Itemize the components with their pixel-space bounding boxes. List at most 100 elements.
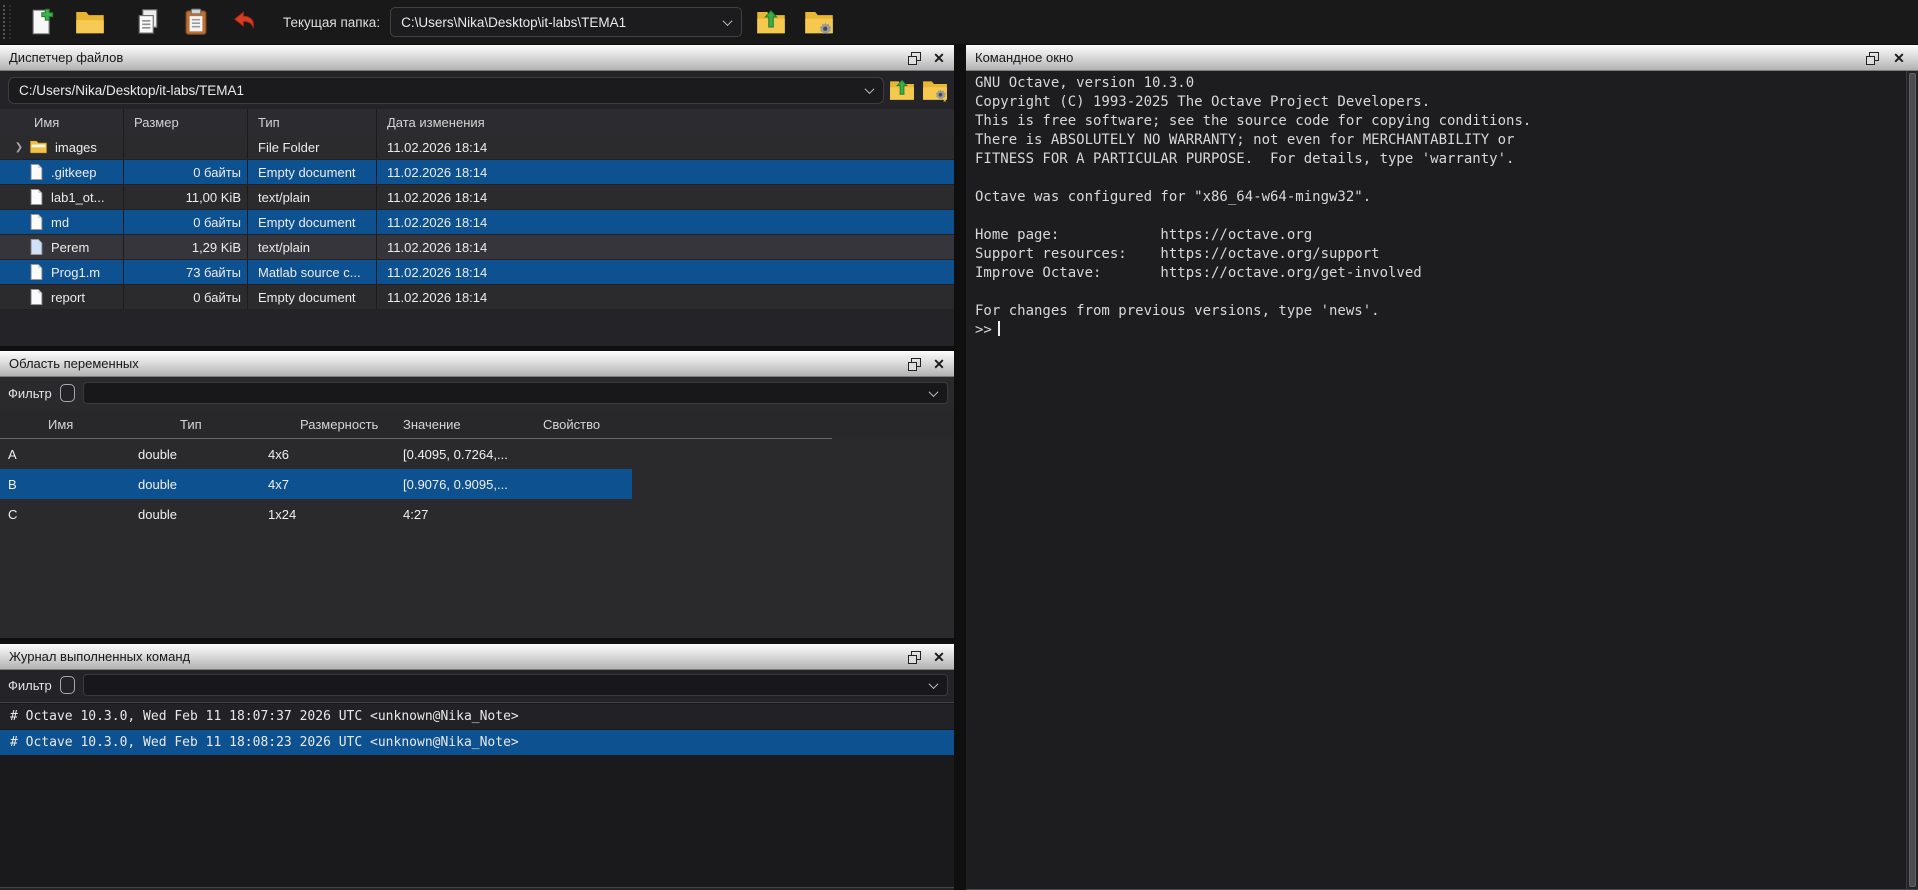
file-row[interactable]: lab1_ot...11,00 KiBtext/plain11.02.2026 … [0, 185, 954, 210]
chevron-down-icon [865, 84, 875, 94]
filter-checkbox[interactable] [60, 676, 75, 694]
undock-panel-button[interactable] [904, 49, 924, 67]
command-window-output[interactable]: GNU Octave, version 10.3.0 Copyright (C)… [966, 71, 1906, 889]
file-size: 11,00 KiB [124, 185, 248, 209]
workspace-column-header[interactable]: Значение [395, 417, 535, 432]
scrollbar-thumb[interactable] [1909, 73, 1916, 887]
undock-panel-button[interactable] [904, 648, 924, 666]
close-icon: ✕ [933, 356, 945, 373]
panel-title: Диспетчер файлов [9, 50, 123, 65]
file-size: 0 байты [124, 285, 248, 309]
vertical-scrollbar[interactable] [1906, 71, 1918, 889]
file-date: 11.02.2026 18:14 [377, 210, 954, 234]
undock-panel-button[interactable] [904, 355, 924, 373]
undock-panel-button[interactable] [1862, 49, 1882, 67]
file-name-cell: Prog1.m [0, 260, 124, 284]
file-table-header: ИмяРазмерТипДата изменения [0, 109, 954, 135]
files-column-header[interactable]: Тип [248, 109, 377, 135]
undo-button[interactable] [227, 5, 261, 39]
file-browser-titlebar: Диспетчер файлов ✕ [0, 45, 954, 71]
workspace-filter-row: Фильтр [0, 377, 954, 409]
paste-button[interactable] [179, 5, 213, 39]
new-script-button[interactable] [25, 5, 59, 39]
toolbar-drag-handle[interactable] [3, 5, 11, 39]
variable-row[interactable]: Adouble4x6[0.4095, 0.7264,... [0, 439, 632, 469]
workspace-titlebar: Область переменных ✕ [0, 351, 954, 377]
file-row[interactable]: report0 байтыEmpty document11.02.2026 18… [0, 285, 954, 310]
file-size: 73 байты [124, 260, 248, 284]
file-icon [30, 264, 43, 280]
file-name-cell: md [0, 210, 124, 234]
close-icon: ✕ [933, 50, 945, 67]
command-history-panel: Журнал выполненных команд ✕ Фильтр # Oct… [0, 644, 954, 890]
workspace-column-header[interactable]: Размерность [260, 417, 395, 432]
file-icon [30, 289, 43, 305]
file-name: report [51, 290, 85, 305]
variable-name: C [0, 507, 130, 522]
close-panel-button[interactable]: ✕ [929, 355, 949, 373]
dir-up-button[interactable] [887, 75, 917, 105]
folder-up-icon [889, 78, 915, 102]
workspace-column-header[interactable]: Имя [0, 417, 130, 432]
variable-dims: 4x6 [260, 447, 395, 462]
paste-icon [182, 8, 210, 36]
variable-row[interactable]: Cdouble1x244:27 [0, 499, 632, 529]
filter-combobox[interactable] [83, 674, 948, 696]
file-icon [30, 239, 43, 255]
file-size: 0 байты [124, 160, 248, 184]
workspace-column-header[interactable]: Свойство [535, 417, 954, 432]
variable-value: [0.9076, 0.9095,... [395, 477, 535, 492]
files-column-header[interactable]: Дата изменения [377, 109, 954, 135]
file-type: text/plain [248, 185, 377, 209]
chevron-down-icon [723, 16, 733, 26]
browse-folder-button[interactable] [802, 5, 836, 39]
copy-button[interactable] [131, 5, 165, 39]
file-date: 11.02.2026 18:14 [377, 235, 954, 259]
files-column-header[interactable]: Имя [0, 109, 124, 135]
filter-label: Фильтр [8, 678, 52, 693]
files-column-header[interactable]: Размер [124, 109, 248, 135]
history-filter-row: Фильтр [0, 670, 954, 700]
variable-value: 4:27 [395, 507, 535, 522]
file-type: text/plain [248, 235, 377, 259]
workspace-panel: Область переменных ✕ Фильтр ИмяТипРазмер… [0, 351, 954, 638]
filter-checkbox[interactable] [60, 384, 75, 402]
prompt: >> [975, 322, 992, 338]
variable-row[interactable]: Bdouble4x7[0.9076, 0.9095,... [0, 469, 632, 499]
history-entry[interactable]: # Octave 10.3.0, Wed Feb 11 18:07:37 202… [0, 704, 954, 730]
file-name: Perem [51, 240, 89, 255]
expand-chevron-icon[interactable]: ❯ [8, 142, 30, 153]
close-panel-button[interactable]: ✕ [929, 49, 949, 67]
file-icon [30, 164, 43, 180]
prompt-line[interactable]: >> [966, 321, 1906, 340]
variable-type: double [130, 477, 260, 492]
file-browser-path-combobox[interactable]: C:/Users/Nika/Desktop/it-labs/TEMA1 [8, 77, 884, 104]
open-folder-button[interactable] [73, 5, 107, 39]
file-size [124, 135, 248, 159]
close-panel-button[interactable]: ✕ [929, 648, 949, 666]
new-script-icon [28, 8, 56, 36]
close-panel-button[interactable]: ✕ [1889, 49, 1909, 67]
file-name: .gitkeep [51, 165, 97, 180]
file-name-cell: Perem [0, 235, 124, 259]
command-window-titlebar: Командное окно ✕ [966, 45, 1918, 71]
folder-gear-icon [922, 78, 948, 102]
copy-icon [134, 8, 162, 36]
dir-actions-button[interactable] [920, 75, 950, 105]
file-size: 0 байты [124, 210, 248, 234]
file-name-cell: .gitkeep [0, 160, 124, 184]
file-type: Empty document [248, 285, 377, 309]
file-row[interactable]: Prog1.m73 байтыMatlab source c...11.02.2… [0, 260, 954, 285]
file-row[interactable]: .gitkeep0 байтыEmpty document11.02.2026 … [0, 160, 954, 185]
workspace-column-header[interactable]: Тип [130, 417, 260, 432]
filter-combobox[interactable] [83, 382, 948, 404]
file-row[interactable]: Perem1,29 KiBtext/plain11.02.2026 18:14 [0, 235, 954, 260]
current-folder-combobox[interactable]: C:\Users\Nika\Desktop\it-labs\TEMA1 [390, 7, 742, 37]
history-entry[interactable]: # Octave 10.3.0, Wed Feb 11 18:08:23 202… [0, 730, 954, 756]
filter-label: Фильтр [8, 386, 52, 401]
file-row[interactable]: ❯imagesFile Folder11.02.2026 18:14 [0, 135, 954, 160]
file-row[interactable]: md0 байтыEmpty document11.02.2026 18:14 [0, 210, 954, 235]
variable-type: double [130, 447, 260, 462]
close-icon: ✕ [933, 649, 945, 666]
folder-up-button[interactable] [754, 5, 788, 39]
